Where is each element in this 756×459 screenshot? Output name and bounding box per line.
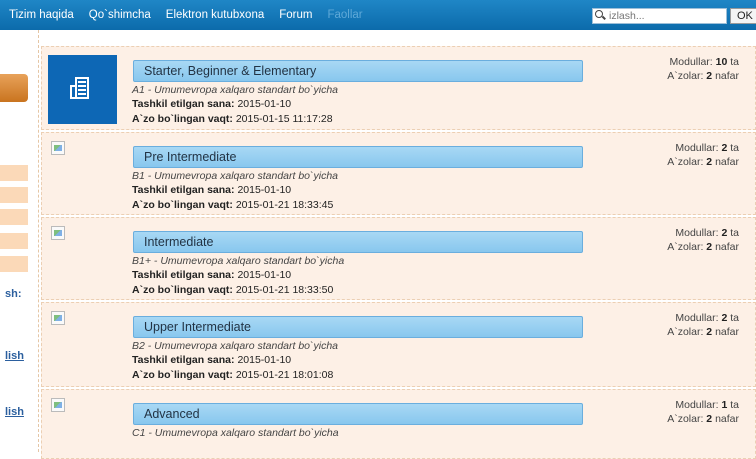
divider (38, 30, 39, 452)
course-title-button[interactable]: Upper Intermediate (133, 316, 583, 338)
left-sidebar: sh: lish lish (0, 30, 28, 452)
course-level: B1+ - Umumevropa xalqaro standart bo`yic… (132, 255, 345, 267)
course-joined: A`zo bo`lingan vaqt: 2015-01-21 18:33:45 (132, 199, 334, 211)
broken-image-icon[interactable] (51, 141, 65, 155)
course-level: C1 - Umumevropa xalqaro standart bo`yich… (132, 427, 339, 439)
nav-item-forum[interactable]: Forum (279, 9, 312, 21)
course-card: Starter, Beginner & Elementary A1 - Umum… (41, 46, 756, 130)
course-joined: A`zo bo`lingan vaqt: 2015-01-21 18:01:08 (132, 369, 334, 381)
building-icon (75, 77, 89, 99)
course-stats: Modullar: 2 ta A`zolar: 2 nafar (667, 312, 739, 338)
course-stats: Modullar: 10 ta A`zolar: 2 nafar (667, 56, 739, 82)
course-level: A1 - Umumevropa xalqaro standart bo`yich… (132, 84, 339, 96)
course-thumbnail[interactable] (48, 55, 117, 124)
course-stats: Modullar: 2 ta A`zolar: 2 nafar (667, 227, 739, 253)
course-level: B1 - Umumevropa xalqaro standart bo`yich… (132, 170, 339, 182)
course-title-button[interactable]: Pre Intermediate (133, 146, 583, 168)
sidebar-tab[interactable] (0, 209, 28, 225)
nav-item-library[interactable]: Elektron kutubxona (166, 9, 264, 21)
search-ok-button[interactable]: OK (730, 8, 756, 24)
sidebar-link[interactable]: lish (5, 350, 24, 362)
nav-item-active-users[interactable]: Faollar (327, 9, 362, 21)
course-title-button[interactable]: Starter, Beginner & Elementary (133, 60, 583, 82)
broken-image-icon[interactable] (51, 398, 65, 412)
broken-image-icon[interactable] (51, 226, 65, 240)
sidebar-tab[interactable] (0, 256, 28, 272)
course-level: B2 - Umumevropa xalqaro standart bo`yich… (132, 340, 339, 352)
search-box[interactable] (592, 8, 727, 24)
main-nav: Tizim haqida Qo`shimcha Elektron kutubxo… (0, 0, 369, 30)
course-stats: Modullar: 2 ta A`zolar: 2 nafar (667, 142, 739, 168)
nav-item-about[interactable]: Tizim haqida (9, 9, 74, 21)
course-card: Upper Intermediate B2 - Umumevropa xalqa… (41, 302, 756, 387)
course-created: Tashkil etilgan sana: 2015-01-10 (132, 354, 292, 366)
course-title-button[interactable]: Advanced (133, 403, 583, 425)
sidebar-header-block (0, 74, 28, 102)
nav-item-extra[interactable]: Qo`shimcha (89, 9, 151, 21)
course-card: Pre Intermediate B1 - Umumevropa xalqaro… (41, 132, 756, 215)
course-card: Intermediate B1+ - Umumevropa xalqaro st… (41, 217, 756, 300)
broken-image-icon[interactable] (51, 311, 65, 325)
course-created: Tashkil etilgan sana: 2015-01-10 (132, 184, 292, 196)
course-card: Advanced C1 - Umumevropa xalqaro standar… (41, 389, 756, 459)
sidebar-tab[interactable] (0, 233, 28, 249)
search-input[interactable] (607, 9, 719, 23)
sidebar-tab[interactable] (0, 187, 28, 203)
course-stats: Modullar: 1 ta A`zolar: 2 nafar (667, 399, 739, 425)
sidebar-tab[interactable] (0, 165, 28, 181)
course-created: Tashkil etilgan sana: 2015-01-10 (132, 98, 292, 110)
course-created: Tashkil etilgan sana: 2015-01-10 (132, 269, 292, 281)
sidebar-partial-label: sh: (5, 288, 22, 300)
course-joined: A`zo bo`lingan vaqt: 2015-01-21 18:33:50 (132, 284, 334, 296)
course-joined: A`zo bo`lingan vaqt: 2015-01-15 11:17:28 (132, 113, 333, 125)
course-title-button[interactable]: Intermediate (133, 231, 583, 253)
sidebar-link[interactable]: lish (5, 406, 24, 418)
top-navbar: Tizim haqida Qo`shimcha Elektron kutubxo… (0, 0, 756, 30)
search-icon[interactable] (595, 10, 607, 22)
